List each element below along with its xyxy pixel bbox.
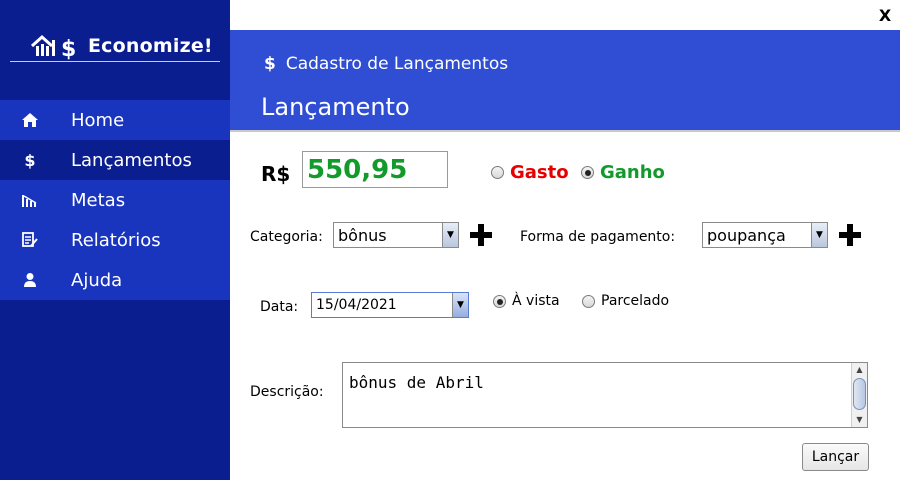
- home-icon: [20, 110, 40, 130]
- radio-a-vista-indicator: [493, 294, 506, 308]
- scroll-thumb[interactable]: [853, 378, 866, 410]
- sidebar-item-lancamentos[interactable]: $ Lançamentos: [0, 140, 230, 180]
- radio-ganho-indicator: [581, 166, 594, 179]
- date-label: Data:: [260, 299, 299, 315]
- radio-parcelado[interactable]: Parcelado: [582, 293, 669, 309]
- header-subtitle: $ Cadastro de Lançamentos: [264, 54, 508, 74]
- scroll-down-icon[interactable]: ▼: [852, 413, 867, 427]
- category-label: Categoria:: [250, 229, 323, 245]
- sidebar-item-label: Relatórios: [71, 229, 161, 251]
- bar-chart-icon: [20, 190, 40, 210]
- dollar-icon: $: [24, 150, 36, 170]
- scroll-up-icon[interactable]: ▲: [852, 363, 867, 377]
- house-dollar-logo-icon: $: [30, 34, 76, 60]
- sidebar-item-label: Home: [71, 109, 125, 131]
- amount-input[interactable]: 550,95: [302, 151, 448, 188]
- page-title: Lançamento: [261, 93, 410, 121]
- submit-button[interactable]: Lançar: [802, 443, 869, 471]
- radio-a-vista-label: À vista: [512, 293, 560, 309]
- radio-a-vista[interactable]: À vista: [493, 293, 560, 309]
- user-icon: [20, 270, 40, 290]
- radio-ganho-label: Ganho: [600, 162, 665, 183]
- brand-divider: [10, 61, 220, 62]
- close-button[interactable]: X: [874, 5, 896, 27]
- radio-gasto-label: Gasto: [510, 162, 569, 183]
- add-payment-method-button[interactable]: [839, 224, 861, 246]
- radio-parcelado-label: Parcelado: [601, 293, 670, 309]
- date-picker[interactable]: 15/04/2021 ▼: [311, 292, 469, 318]
- description-scrollbar[interactable]: ▲ ▼: [851, 363, 867, 427]
- brand: $ Economize!: [30, 28, 213, 64]
- chevron-down-icon[interactable]: ▼: [442, 223, 458, 247]
- svg-text:$: $: [61, 37, 76, 60]
- header-divider: [230, 130, 900, 132]
- currency-label: R$: [261, 162, 291, 186]
- category-select[interactable]: bônus ▼: [333, 222, 459, 248]
- payment-method-label: Forma de pagamento:: [520, 229, 676, 245]
- date-value: 15/04/2021: [316, 297, 397, 313]
- add-category-button[interactable]: [470, 224, 492, 246]
- description-value: bônus de Abril: [349, 373, 484, 392]
- sidebar-item-label: Metas: [71, 189, 126, 211]
- description-label: Descrição:: [250, 384, 324, 400]
- sidebar-item-label: Ajuda: [71, 269, 123, 291]
- description-textarea[interactable]: bônus de Abril ▲ ▼: [342, 362, 868, 428]
- radio-ganho[interactable]: Ganho: [581, 162, 665, 183]
- sidebar-item-label: Lançamentos: [71, 149, 192, 171]
- sidebar-item-metas[interactable]: Metas: [0, 180, 230, 220]
- payment-method-select[interactable]: poupança ▼: [702, 222, 828, 248]
- radio-gasto-indicator: [491, 166, 504, 179]
- sidebar-item-relatorios[interactable]: Relatórios: [0, 220, 230, 260]
- brand-name: Economize!: [88, 35, 213, 57]
- sidebar-nav: Home $ Lançamentos Metas Relatórios Ajud…: [0, 100, 230, 300]
- chevron-down-icon[interactable]: ▼: [811, 223, 827, 247]
- chevron-down-icon[interactable]: ▼: [452, 293, 468, 317]
- sidebar: $ Economize! Home $ Lançamentos Metas Re…: [0, 0, 230, 480]
- sidebar-item-home[interactable]: Home: [0, 100, 230, 140]
- radio-parcelado-indicator: [582, 294, 595, 308]
- dollar-icon: $: [264, 54, 276, 74]
- payment-method-value: poupança: [707, 226, 786, 245]
- radio-gasto[interactable]: Gasto: [491, 162, 569, 183]
- sidebar-item-ajuda[interactable]: Ajuda: [0, 260, 230, 300]
- report-icon: [20, 230, 40, 250]
- header-subtitle-text: Cadastro de Lançamentos: [285, 54, 509, 74]
- page-header: $ Cadastro de Lançamentos Lançamento: [230, 30, 900, 130]
- category-value: bônus: [338, 226, 387, 245]
